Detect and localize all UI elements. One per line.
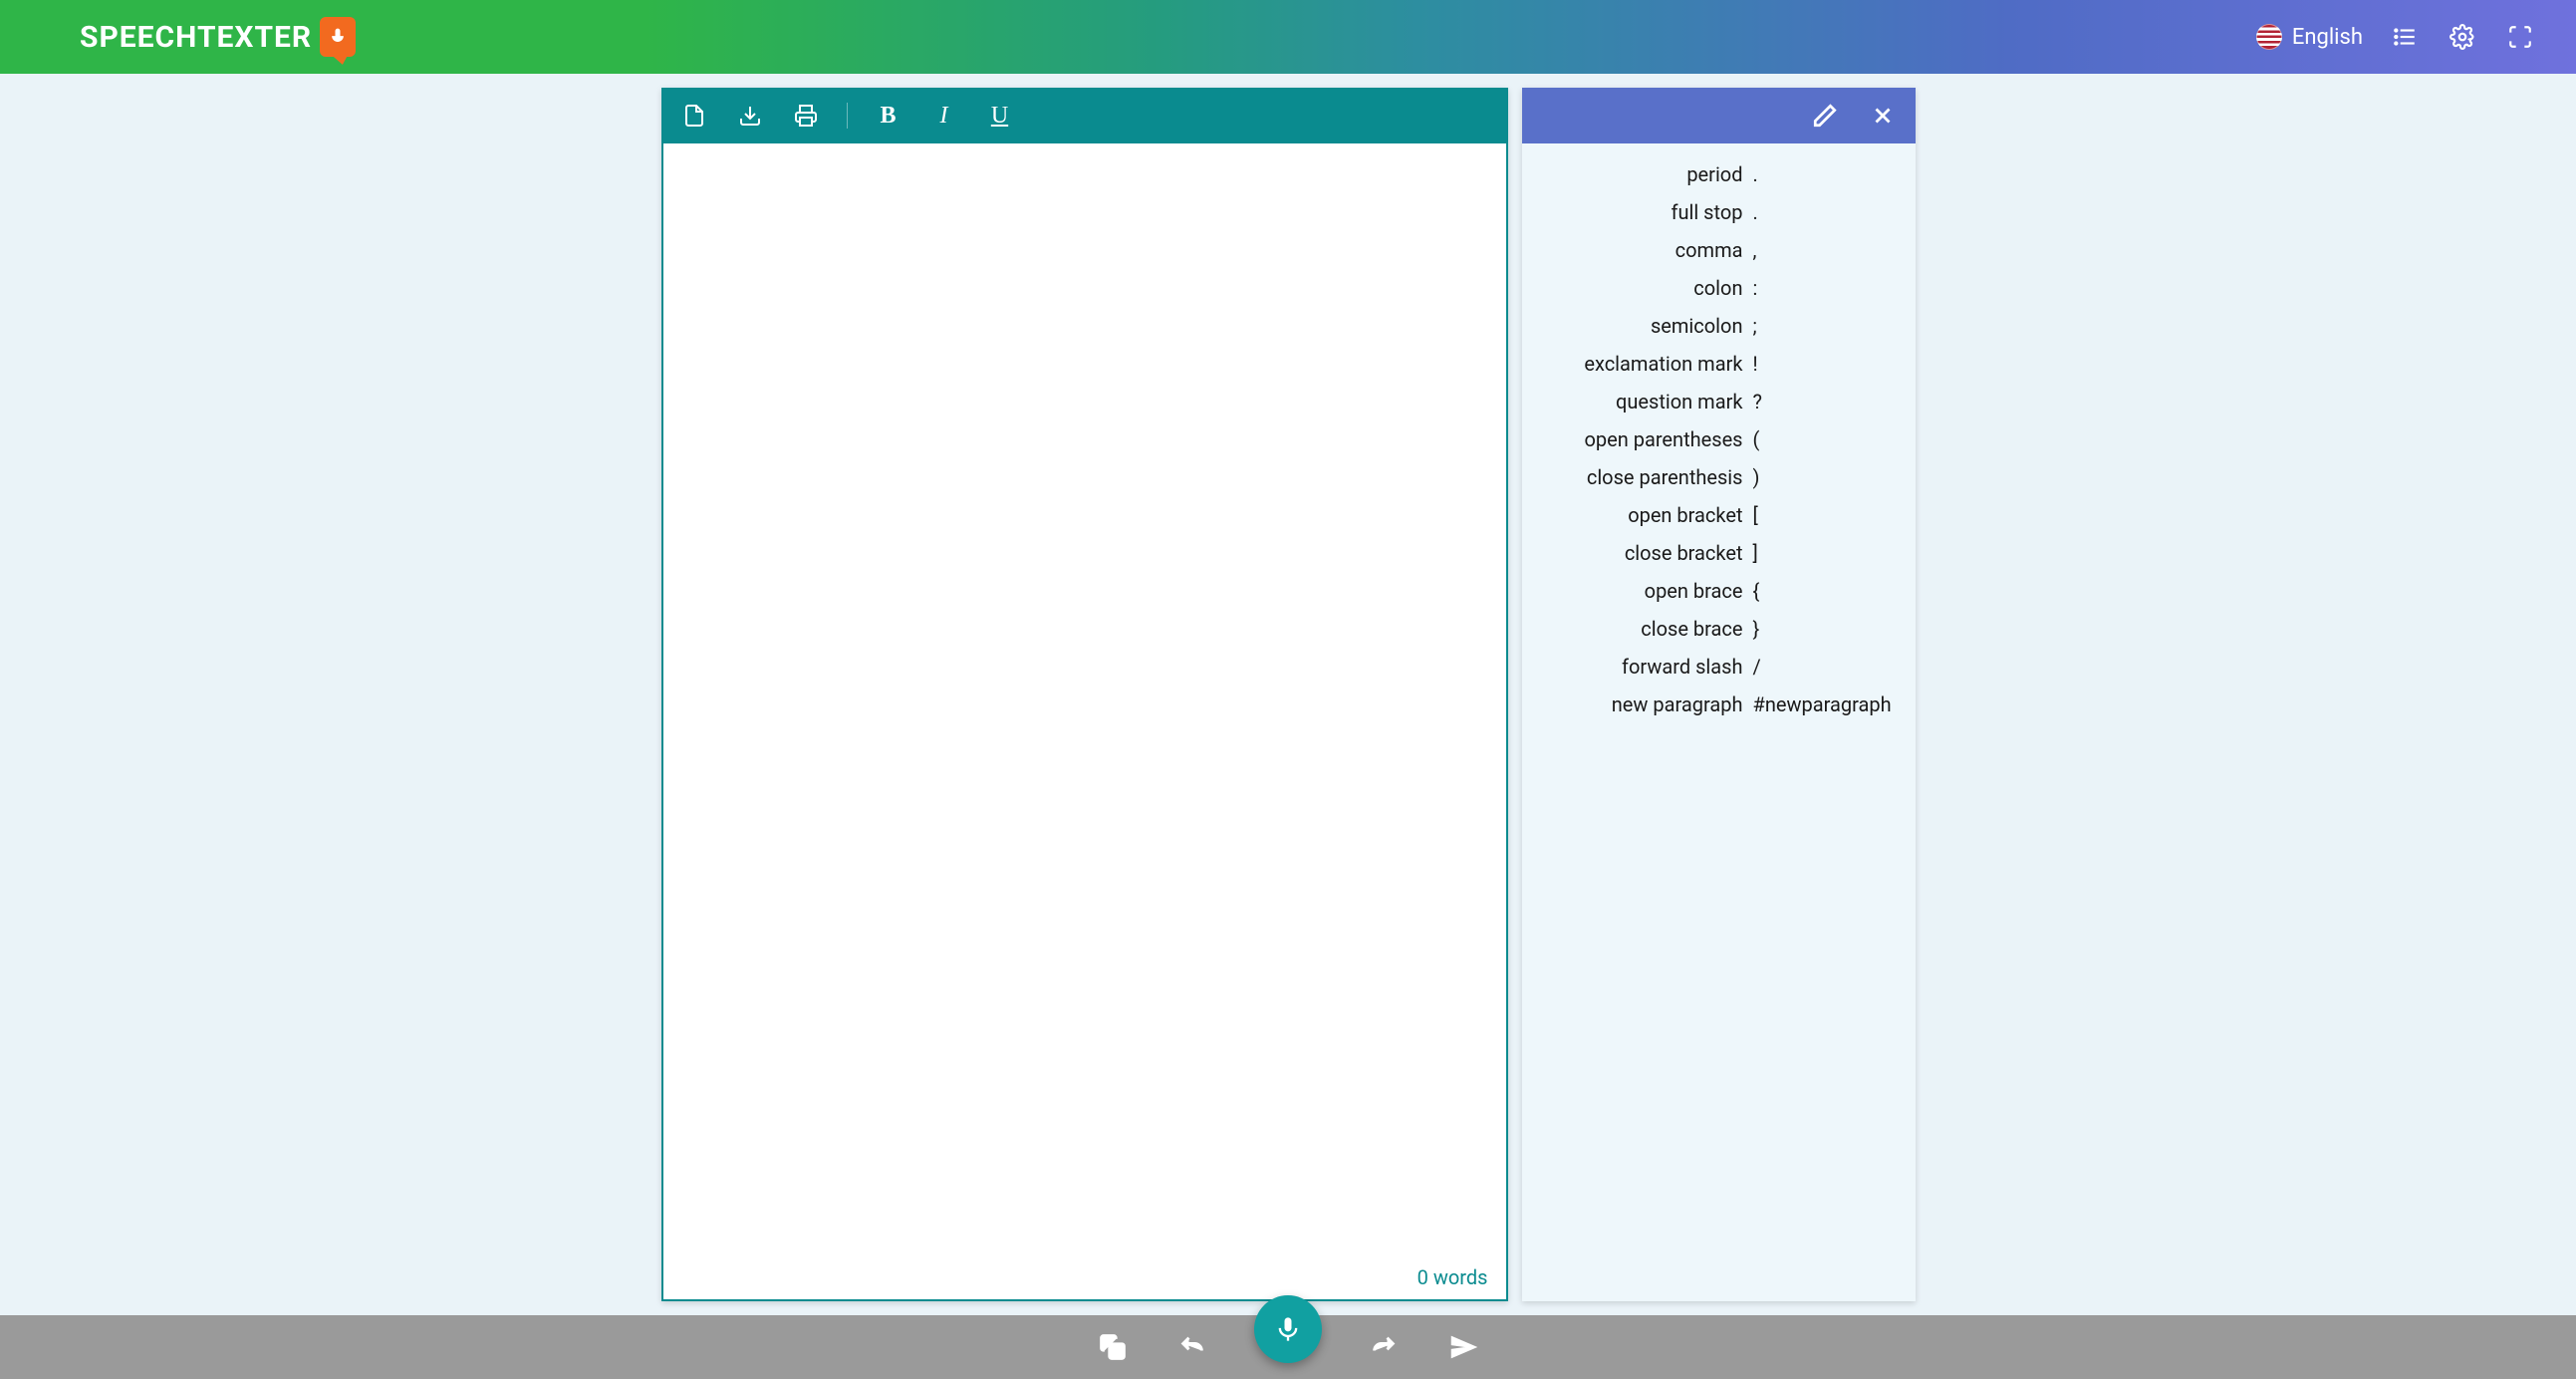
command-name: semicolon	[1534, 314, 1743, 338]
command-name: question mark	[1534, 390, 1743, 414]
command-name: period	[1534, 162, 1743, 186]
command-symbol: }	[1751, 617, 1904, 641]
command-name: open bracket	[1534, 503, 1743, 527]
commands-list[interactable]: period.full stop.comma,colon:semicolon;e…	[1522, 143, 1916, 1301]
command-row[interactable]: open brace {	[1534, 572, 1904, 610]
bottom-toolbar	[0, 1315, 2576, 1379]
commands-list-toggle[interactable]	[2389, 21, 2421, 53]
toolbar-separator	[847, 103, 848, 129]
command-name: close brace	[1534, 617, 1743, 641]
command-row[interactable]: open parentheses (	[1534, 420, 1904, 458]
app-header: SPEECHTEXTER English	[0, 0, 2576, 74]
command-symbol: #newparagraph	[1751, 692, 1904, 716]
logo-mic-icon	[320, 17, 356, 57]
command-symbol: .	[1751, 162, 1904, 186]
send-button[interactable]	[1445, 1329, 1481, 1365]
command-symbol: ,	[1751, 238, 1904, 262]
command-row[interactable]: question mark?	[1534, 383, 1904, 420]
new-document-button[interactable]	[679, 101, 709, 131]
command-symbol: :	[1751, 276, 1904, 300]
command-row[interactable]: open bracket [	[1534, 496, 1904, 534]
command-row[interactable]: exclamation mark!	[1534, 345, 1904, 383]
record-button[interactable]	[1254, 1295, 1322, 1363]
command-row[interactable]: close bracket]	[1534, 534, 1904, 572]
command-name: colon	[1534, 276, 1743, 300]
bold-button[interactable]: B	[874, 101, 903, 131]
command-name: full stop	[1534, 200, 1743, 224]
word-count: 0 words	[1417, 1265, 1488, 1289]
command-name: close parenthesis	[1534, 465, 1743, 489]
download-button[interactable]	[735, 101, 765, 131]
command-row[interactable]: period.	[1534, 155, 1904, 193]
language-label: English	[2292, 25, 2363, 50]
command-name: exclamation mark	[1534, 352, 1743, 376]
command-row[interactable]: forward slash /	[1534, 648, 1904, 686]
main-area: B I U 0 words period.full stop.comma,col…	[0, 74, 2576, 1315]
command-row[interactable]: close brace}	[1534, 610, 1904, 648]
fullscreen-button[interactable]	[2504, 21, 2536, 53]
command-row[interactable]: close parenthesis)	[1534, 458, 1904, 496]
command-row[interactable]: comma,	[1534, 231, 1904, 269]
command-symbol: .	[1751, 200, 1904, 224]
command-name: open parentheses	[1534, 427, 1743, 451]
command-name: forward slash	[1534, 655, 1743, 679]
command-symbol: ;	[1751, 314, 1904, 338]
command-symbol: ]	[1751, 541, 1904, 565]
editor-toolbar: B I U	[661, 88, 1508, 143]
command-row[interactable]: colon:	[1534, 269, 1904, 307]
command-name: comma	[1534, 238, 1743, 262]
edit-commands-button[interactable]	[1810, 101, 1840, 131]
editor-textarea[interactable]: 0 words	[661, 143, 1508, 1301]
undo-button[interactable]	[1174, 1329, 1210, 1365]
redo-button[interactable]	[1366, 1329, 1402, 1365]
command-row[interactable]: new paragraph #newparagraph	[1534, 686, 1904, 723]
command-symbol: [	[1751, 503, 1904, 527]
command-name: close bracket	[1534, 541, 1743, 565]
command-row[interactable]: full stop.	[1534, 193, 1904, 231]
italic-button[interactable]: I	[929, 101, 959, 131]
commands-toolbar	[1522, 88, 1916, 143]
command-symbol: (	[1751, 427, 1904, 451]
command-symbol: /	[1751, 655, 1904, 679]
copy-button[interactable]	[1095, 1329, 1131, 1365]
command-row[interactable]: semicolon;	[1534, 307, 1904, 345]
language-selector[interactable]: English	[2256, 24, 2363, 50]
command-symbol: {	[1751, 579, 1904, 603]
logo-text: SPEECHTEXTER	[80, 20, 312, 55]
print-button[interactable]	[791, 101, 821, 131]
command-symbol: !	[1751, 352, 1904, 376]
underline-button[interactable]: U	[985, 101, 1015, 131]
header-controls: English	[2256, 21, 2536, 53]
command-symbol: ?	[1751, 390, 1904, 414]
command-name: new paragraph	[1534, 692, 1743, 716]
close-commands-button[interactable]	[1868, 101, 1898, 131]
settings-button[interactable]	[2447, 21, 2478, 53]
logo[interactable]: SPEECHTEXTER	[80, 17, 356, 57]
command-symbol: )	[1751, 465, 1904, 489]
flag-us-icon	[2256, 24, 2282, 50]
command-name: open brace	[1534, 579, 1743, 603]
editor-panel: B I U 0 words	[661, 88, 1508, 1301]
commands-panel: period.full stop.comma,colon:semicolon;e…	[1522, 88, 1916, 1301]
